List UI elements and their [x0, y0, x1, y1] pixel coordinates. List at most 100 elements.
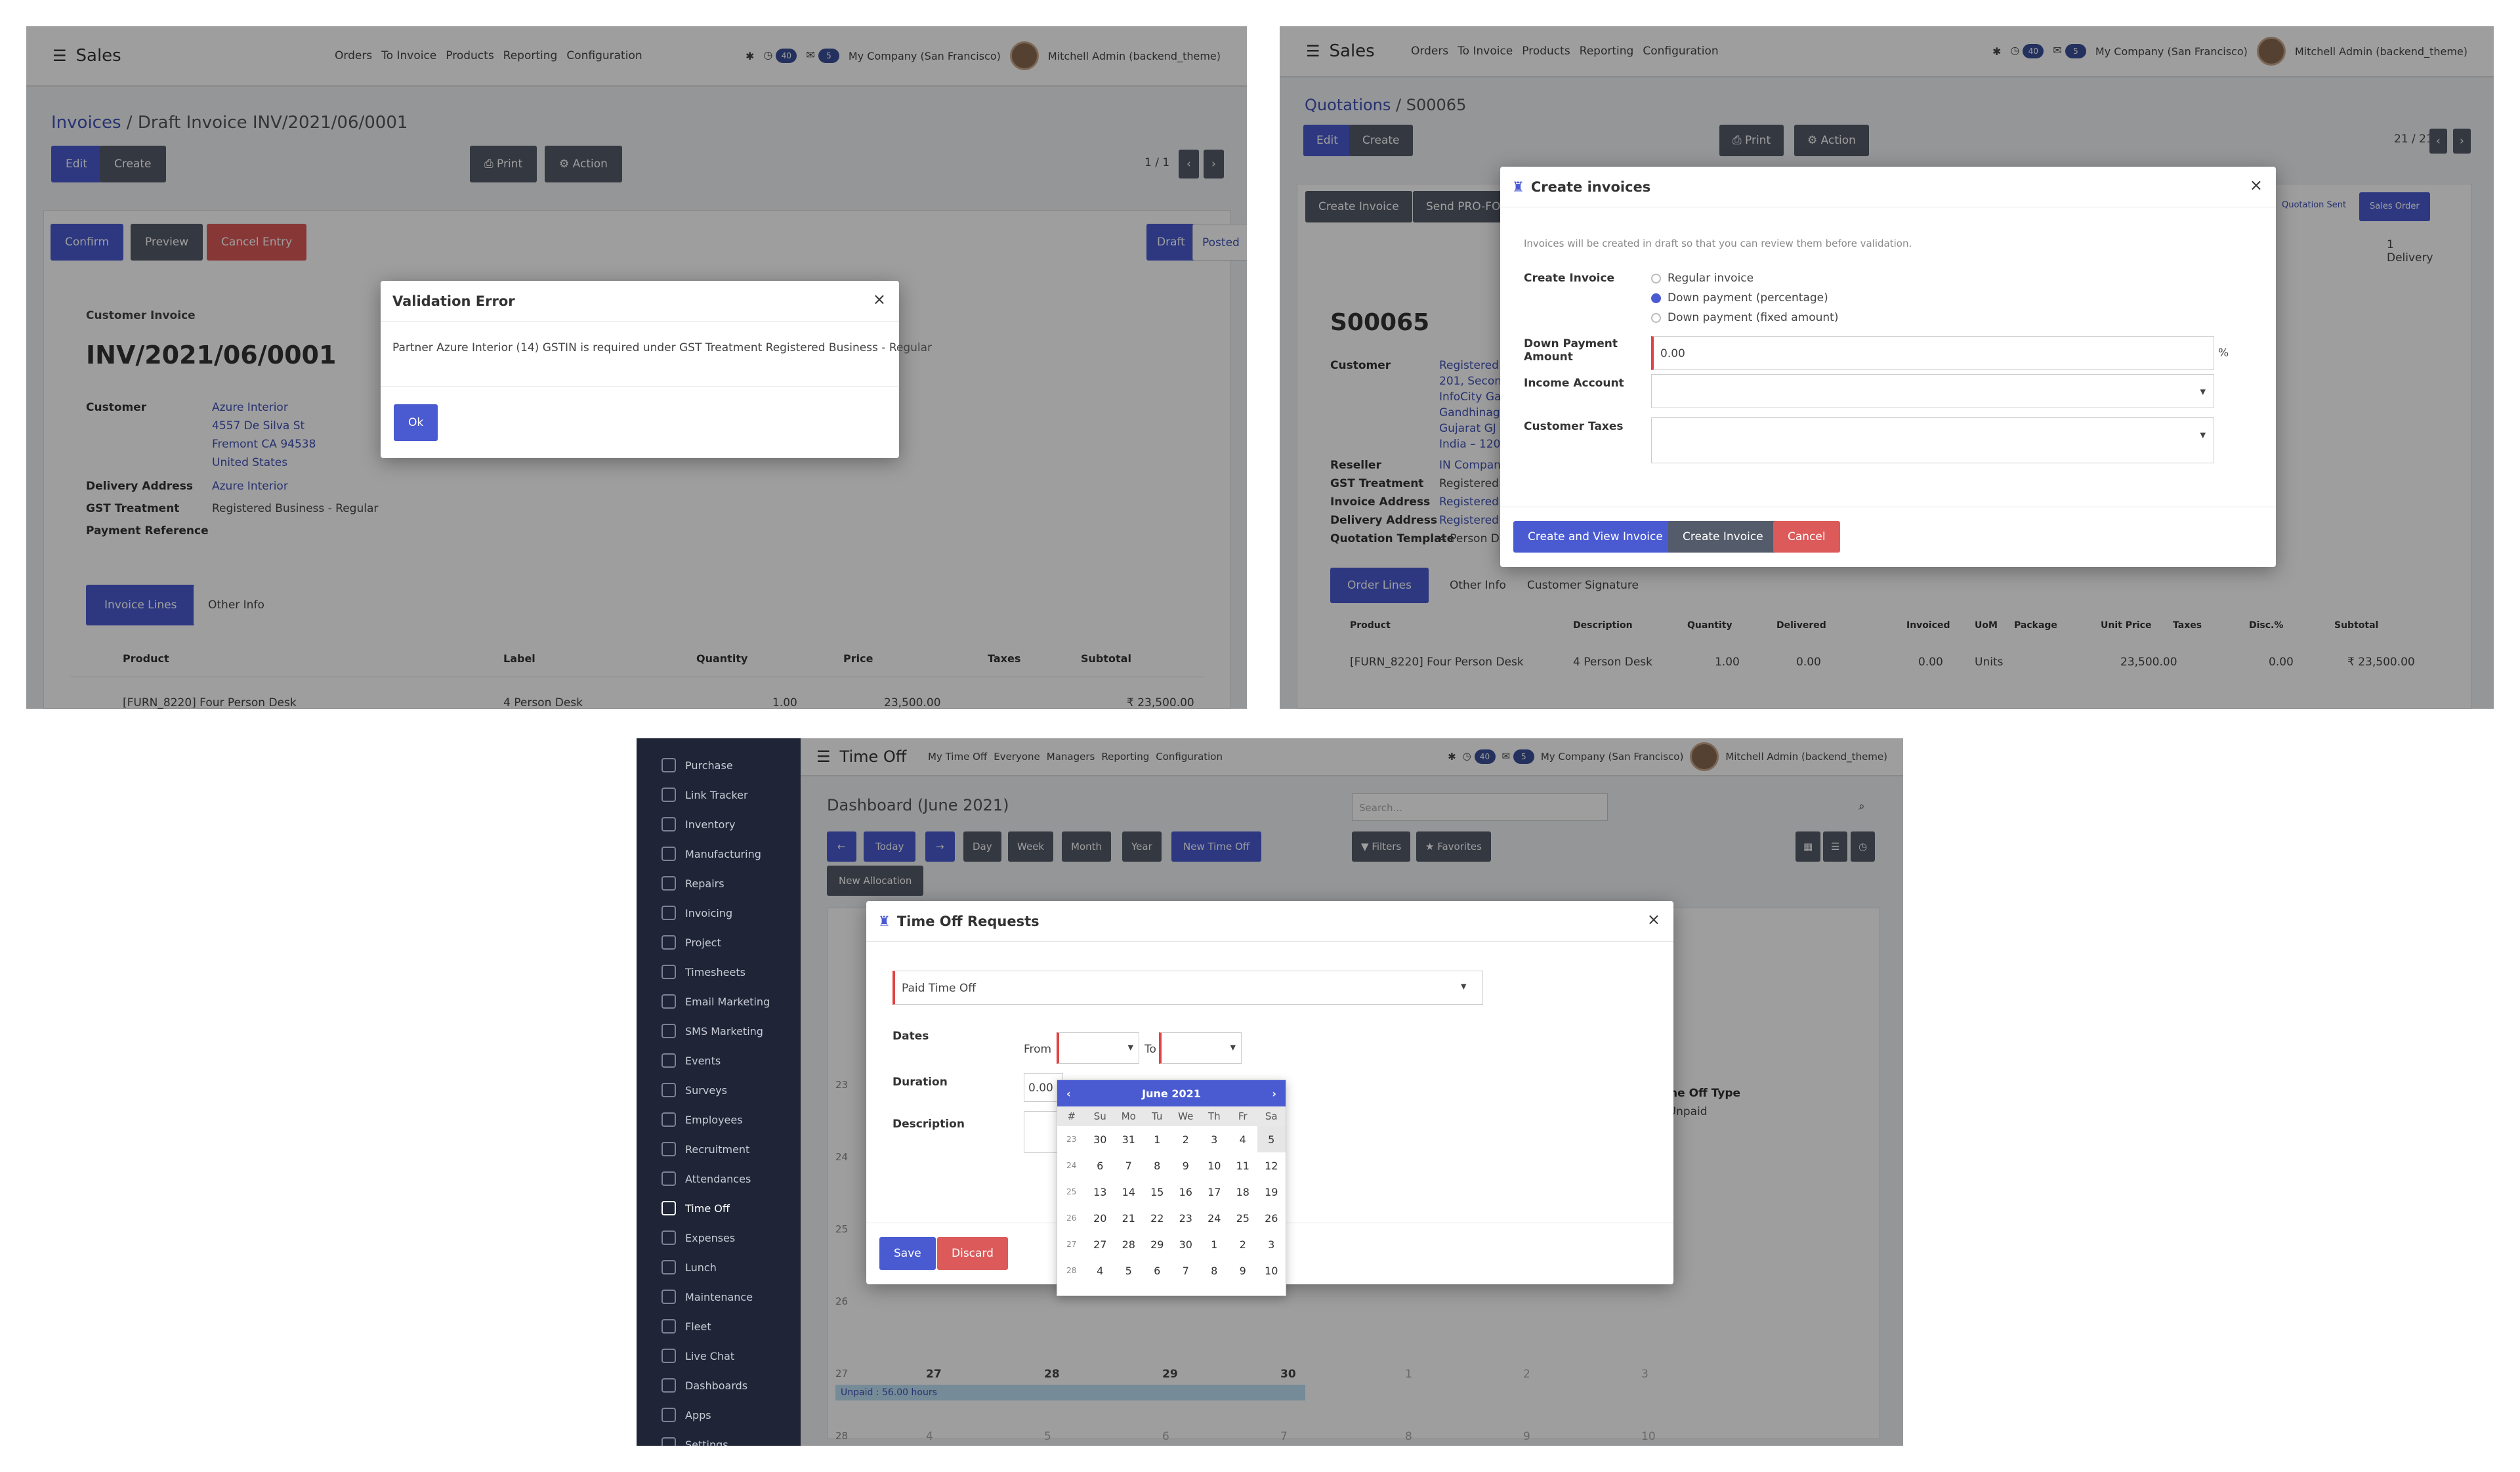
day-cell[interactable]: 6 — [1143, 1257, 1172, 1284]
sidebar-item-timesheets[interactable]: Timesheets — [662, 965, 746, 979]
weekday-hash: # — [1067, 1110, 1076, 1122]
ok-button[interactable]: Ok — [394, 404, 438, 441]
day-cell[interactable]: 18 — [1228, 1179, 1257, 1205]
day-cell[interactable]: 12 — [1257, 1152, 1286, 1179]
sidebar-item-settings[interactable]: Settings — [662, 1437, 728, 1446]
day-cell[interactable]: 30 — [1086, 1126, 1115, 1152]
sidebar-item-apps[interactable]: Apps — [662, 1408, 711, 1422]
day-cell[interactable]: 2 — [1228, 1231, 1257, 1257]
radio-regular[interactable]: Regular invoice — [1651, 272, 1754, 285]
radio-fixed[interactable]: Down payment (fixed amount) — [1651, 311, 1838, 324]
sidebar-item-manufacturing[interactable]: Manufacturing — [662, 847, 761, 861]
day-cell[interactable]: 14 — [1114, 1179, 1143, 1205]
sidebar-item-link-tracker[interactable]: Link Tracker — [662, 788, 748, 802]
day-cell[interactable]: 5 — [1114, 1257, 1143, 1284]
close-icon[interactable]: × — [873, 290, 886, 308]
purchase-icon — [662, 758, 676, 772]
sidebar-item-sms-marketing[interactable]: SMS Marketing — [662, 1024, 763, 1038]
day-cell[interactable]: 21 — [1114, 1205, 1143, 1231]
sidebar-item-recruitment[interactable]: Recruitment — [662, 1142, 749, 1156]
sidebar-item-maintenance[interactable]: Maintenance — [662, 1290, 753, 1304]
chevron-down-icon: ▾ — [2200, 429, 2206, 442]
day-cell[interactable]: 17 — [1200, 1179, 1229, 1205]
day-cell[interactable]: 6 — [1086, 1152, 1115, 1179]
sidebar-item-surveys[interactable]: Surveys — [662, 1083, 727, 1097]
day-cell[interactable]: 7 — [1114, 1152, 1143, 1179]
day-cell[interactable]: 24 — [1200, 1205, 1229, 1231]
day-cell[interactable]: 4 — [1228, 1126, 1257, 1152]
radio-regular-dot[interactable] — [1651, 273, 1661, 284]
chevron-right-icon[interactable]: › — [1272, 1087, 1276, 1100]
radio-percentage-dot[interactable] — [1651, 293, 1661, 303]
day-cell-today[interactable]: 5 — [1257, 1126, 1286, 1152]
chevron-left-icon[interactable]: ‹ — [1066, 1087, 1071, 1100]
day-cell[interactable]: 13 — [1086, 1179, 1115, 1205]
down-payment-input[interactable]: 0.00 — [1651, 336, 2214, 370]
sidebar-item-email-marketing[interactable]: Email Marketing — [662, 994, 770, 1009]
sidebar-item-fleet[interactable]: Fleet — [662, 1319, 711, 1334]
sidebar-item-dashboards[interactable]: Dashboards — [662, 1378, 747, 1393]
time-off-type-select[interactable]: Paid Time Off — [892, 971, 1483, 1005]
radio-percentage[interactable]: Down payment (percentage) — [1651, 291, 1828, 305]
day-cell[interactable]: 11 — [1228, 1152, 1257, 1179]
sidebar-item-inventory[interactable]: Inventory — [662, 817, 735, 831]
customer-taxes-select[interactable]: ▾ — [1651, 417, 2214, 463]
sidebar-item-live-chat[interactable]: Live Chat — [662, 1349, 734, 1363]
day-cell[interactable]: 15 — [1143, 1179, 1172, 1205]
day-cell[interactable]: 8 — [1143, 1152, 1172, 1179]
day-cell[interactable]: 7 — [1171, 1257, 1200, 1284]
day-cell[interactable]: 2 — [1171, 1126, 1200, 1152]
week-number: 26 — [1066, 1213, 1077, 1223]
income-account-select[interactable]: ▾ — [1651, 374, 2214, 408]
day-cell[interactable]: 22 — [1143, 1205, 1172, 1231]
create-invoice-dialog-button[interactable]: Create Invoice — [1668, 521, 1778, 553]
day-cell[interactable]: 19 — [1257, 1179, 1286, 1205]
sidebar-label: Time Off — [685, 1202, 730, 1215]
day-cell[interactable]: 28 — [1114, 1231, 1143, 1257]
date-picker-month[interactable]: June 2021 — [1142, 1087, 1201, 1100]
day-cell[interactable]: 4 — [1086, 1257, 1115, 1284]
save-button[interactable]: Save — [879, 1237, 936, 1270]
day-cell[interactable]: 3 — [1257, 1231, 1286, 1257]
day-cell[interactable]: 30 — [1171, 1231, 1200, 1257]
sidebar-item-purchase[interactable]: Purchase — [662, 758, 733, 772]
day-cell[interactable]: 8 — [1200, 1257, 1229, 1284]
day-cell[interactable]: 26 — [1257, 1205, 1286, 1231]
create-and-view-button[interactable]: Create and View Invoice — [1513, 521, 1677, 553]
day-cell[interactable]: 27 — [1086, 1231, 1115, 1257]
day-cell[interactable]: 10 — [1200, 1152, 1229, 1179]
sidebar-item-employees[interactable]: Employees — [662, 1112, 743, 1127]
sidebar-item-attendances[interactable]: Attendances — [662, 1171, 751, 1186]
sidebar-item-time-off[interactable]: Time Off — [662, 1201, 730, 1215]
duration-label: Duration — [892, 1076, 948, 1089]
percent-sign: % — [2218, 347, 2229, 360]
discard-button[interactable]: Discard — [937, 1237, 1008, 1270]
sidebar-item-repairs[interactable]: Repairs — [662, 876, 724, 891]
day-cell[interactable]: 1 — [1200, 1231, 1229, 1257]
day-cell[interactable]: 23 — [1171, 1205, 1200, 1231]
sidebar-item-lunch[interactable]: Lunch — [662, 1260, 717, 1274]
sidebar-item-events[interactable]: Events — [662, 1053, 721, 1068]
sidebar-item-expenses[interactable]: Expenses — [662, 1230, 735, 1245]
close-icon[interactable]: × — [1647, 910, 1660, 929]
radio-fixed-dot[interactable] — [1651, 312, 1661, 323]
day-cell[interactable]: 20 — [1086, 1205, 1115, 1231]
date-from-input[interactable]: ▾ — [1057, 1032, 1139, 1064]
day-cell[interactable]: 9 — [1228, 1257, 1257, 1284]
date-picker-header: ‹ June 2021 › — [1057, 1080, 1286, 1106]
date-to-input[interactable]: ▾ — [1159, 1032, 1242, 1064]
sidebar-item-project[interactable]: Project — [662, 935, 721, 950]
day-cell[interactable]: 29 — [1143, 1231, 1172, 1257]
create-invoices-dialog: ♜ Create invoices × Invoices will be crea… — [1500, 167, 2276, 567]
close-icon[interactable]: × — [2250, 176, 2263, 194]
day-cell[interactable]: 10 — [1257, 1257, 1286, 1284]
cancel-button[interactable]: Cancel — [1773, 521, 1840, 553]
day-cell[interactable]: 31 — [1114, 1126, 1143, 1152]
repairs-icon — [662, 876, 676, 891]
day-cell[interactable]: 3 — [1200, 1126, 1229, 1152]
day-cell[interactable]: 1 — [1143, 1126, 1172, 1152]
day-cell[interactable]: 9 — [1171, 1152, 1200, 1179]
sidebar-item-invoicing[interactable]: Invoicing — [662, 906, 732, 920]
day-cell[interactable]: 16 — [1171, 1179, 1200, 1205]
day-cell[interactable]: 25 — [1228, 1205, 1257, 1231]
